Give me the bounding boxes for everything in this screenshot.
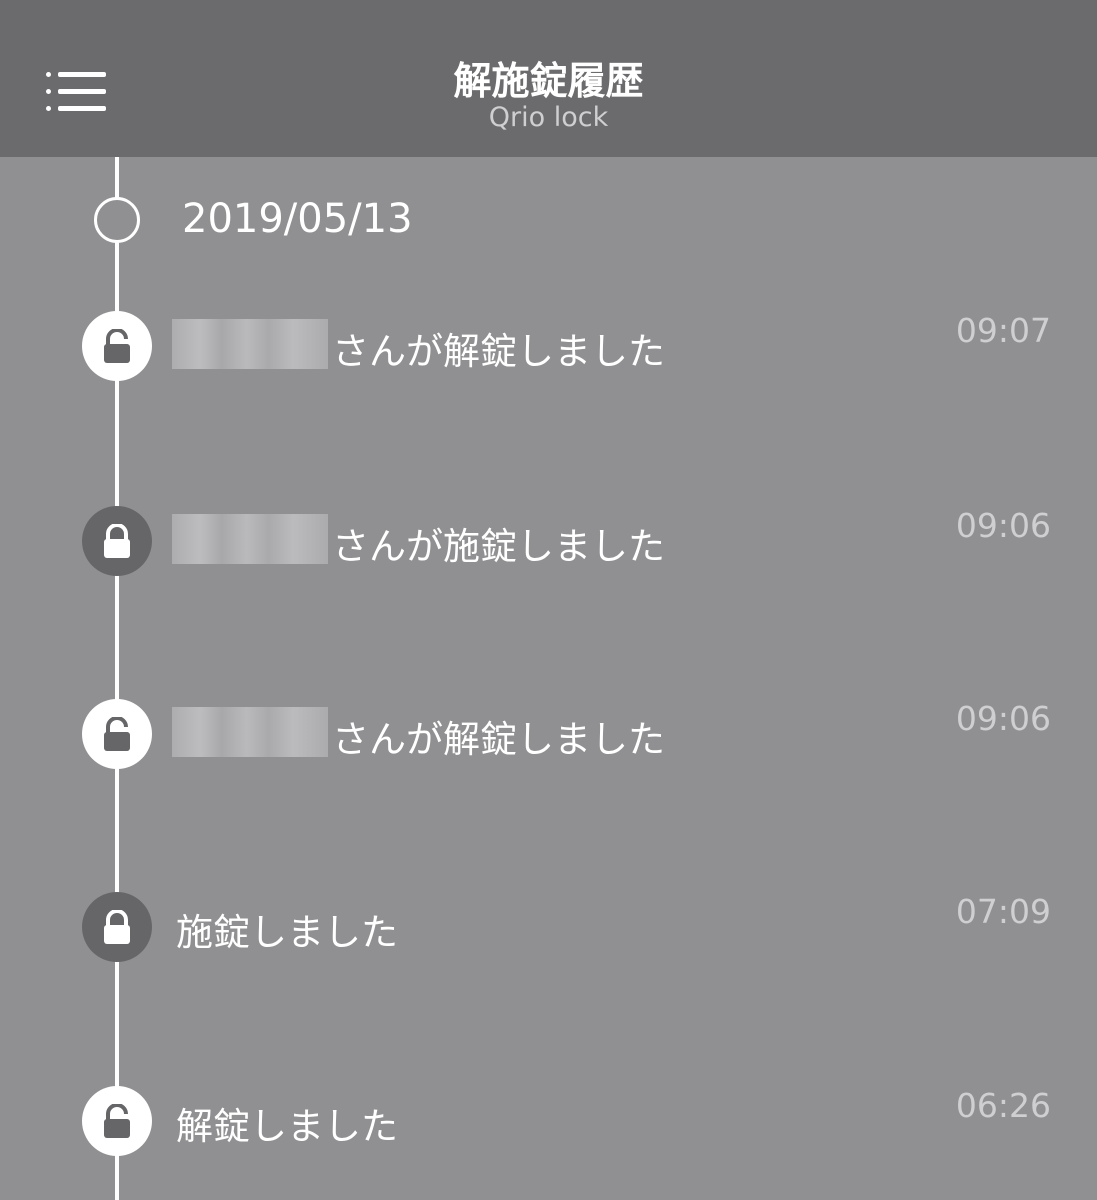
event-time: 06:26 bbox=[955, 1086, 1051, 1125]
history-entry[interactable]: 解錠しました 06:26 bbox=[0, 1086, 1097, 1166]
event-time: 07:09 bbox=[955, 892, 1051, 931]
event-text: さんが解錠しました bbox=[332, 330, 665, 373]
date-marker-icon bbox=[94, 197, 140, 243]
blurred-user-name bbox=[172, 707, 328, 757]
history-entry[interactable]: さんが解錠しました 09:07 bbox=[0, 311, 1097, 391]
blurred-user-name bbox=[172, 514, 328, 564]
app-header: 解施錠履歴 Qrio lock bbox=[0, 0, 1097, 157]
device-name: Qrio lock bbox=[488, 102, 609, 133]
page-title: 解施錠履歴 bbox=[453, 59, 644, 103]
unlocked-padlock-icon bbox=[82, 1086, 152, 1156]
event-text: さんが解錠しました bbox=[332, 718, 665, 761]
locked-padlock-icon bbox=[82, 506, 152, 576]
event-time: 09:06 bbox=[955, 506, 1051, 545]
event-text: 施錠しました bbox=[176, 911, 398, 954]
blurred-user-name bbox=[172, 319, 328, 369]
event-text: さんが施錠しました bbox=[332, 525, 665, 568]
date-label: 2019/05/13 bbox=[182, 196, 413, 242]
history-entry[interactable]: 施錠しました 07:09 bbox=[0, 892, 1097, 972]
event-time: 09:07 bbox=[955, 311, 1051, 350]
locked-padlock-icon bbox=[82, 892, 152, 962]
event-time: 09:06 bbox=[955, 699, 1051, 738]
history-entry[interactable]: さんが施錠しました 09:06 bbox=[0, 506, 1097, 586]
event-text: 解錠しました bbox=[176, 1105, 398, 1148]
unlocked-padlock-icon bbox=[82, 311, 152, 381]
unlocked-padlock-icon bbox=[82, 699, 152, 769]
history-entry[interactable]: さんが解錠しました 09:06 bbox=[0, 699, 1097, 779]
